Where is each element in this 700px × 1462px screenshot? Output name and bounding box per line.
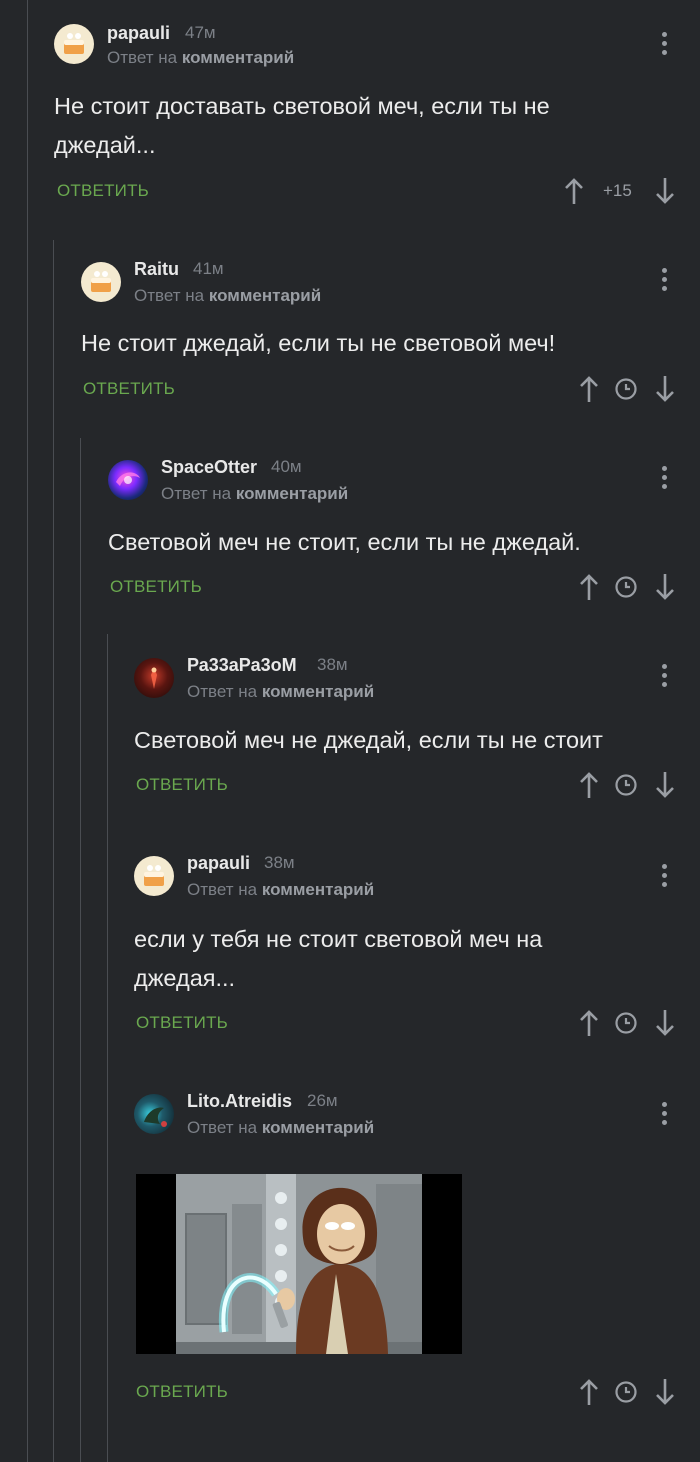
comment-time: 38м (264, 853, 295, 872)
reply-button[interactable]: ОТВЕТИТЬ (110, 577, 202, 597)
reply-button[interactable]: ОТВЕТИТЬ (136, 1382, 228, 1402)
avatar[interactable] (81, 262, 121, 302)
avatar[interactable] (108, 460, 148, 500)
reply-prefix: Ответ на (107, 48, 178, 67)
reply-to-line: Ответ на комментарий (161, 484, 348, 504)
reply-target-link[interactable]: комментарий (182, 48, 294, 67)
more-vertical-icon[interactable] (662, 864, 668, 887)
arrow-down-icon[interactable] (654, 572, 676, 602)
comment-time: 26м (307, 1091, 338, 1110)
reply-to-line: Ответ на комментарий (107, 48, 294, 68)
more-vertical-icon[interactable] (662, 32, 668, 55)
reply-to-line: Ответ на комментарий (187, 682, 374, 702)
arrow-down-icon[interactable] (654, 176, 676, 206)
comment-text: Световой меч не стоит, если ты не джедай… (108, 529, 581, 555)
clock-icon[interactable] (614, 1380, 638, 1404)
reply-button[interactable]: ОТВЕТИТЬ (57, 181, 149, 201)
reply-button[interactable]: ОТВЕТИТЬ (83, 379, 175, 399)
thread-line-2 (53, 240, 54, 1462)
cartoon-jedi-with-bent-lightsaber-image[interactable] (136, 1174, 462, 1354)
comment-time: 47м (185, 23, 216, 42)
more-vertical-icon[interactable] (662, 1102, 668, 1125)
thread-line-1 (27, 0, 28, 1462)
reply-button[interactable]: ОТВЕТИТЬ (136, 775, 228, 795)
reply-target-link[interactable]: комментарий (262, 1118, 374, 1137)
comment-time: 40м (271, 457, 302, 476)
reply-to-line: Ответ на комментарий (187, 1118, 374, 1138)
comment-text: Световой меч не джедай, если ты не стоит (134, 727, 603, 753)
reply-prefix: Ответ на (187, 682, 258, 701)
dragon-icon (144, 1107, 167, 1127)
thread-line-4 (107, 634, 108, 1462)
score: +15 (603, 181, 632, 200)
arrow-up-icon[interactable] (578, 374, 600, 404)
comment-time: 38м (317, 655, 348, 674)
avatar[interactable] (134, 658, 174, 698)
clock-icon[interactable] (614, 773, 638, 797)
comment-image (136, 1174, 462, 1354)
username[interactable]: Raitu (134, 259, 179, 280)
reply-target-link[interactable]: комментарий (236, 484, 348, 503)
more-vertical-icon[interactable] (662, 268, 668, 291)
arrow-down-icon[interactable] (654, 374, 676, 404)
reply-target-link[interactable]: комментарий (262, 682, 374, 701)
cake-icon (64, 33, 84, 54)
arrow-up-icon[interactable] (578, 1377, 600, 1407)
username[interactable]: papauli (187, 853, 250, 874)
avatar[interactable] (134, 1094, 174, 1134)
comment-text: Не стоит доставать световой меч, если ты… (54, 93, 550, 158)
reply-button[interactable]: ОТВЕТИТЬ (136, 1013, 228, 1033)
avatar[interactable] (134, 856, 174, 896)
thread-line-3 (80, 438, 81, 1462)
arrow-down-icon[interactable] (654, 1377, 676, 1407)
reply-target-link[interactable]: комментарий (262, 880, 374, 899)
red-figure-icon (151, 667, 157, 689)
reply-target-link[interactable]: комментарий (209, 286, 321, 305)
reply-to-line: Ответ на комментарий (187, 880, 374, 900)
username[interactable]: papauli (107, 23, 170, 44)
more-vertical-icon[interactable] (662, 466, 668, 489)
arrow-up-icon[interactable] (578, 572, 600, 602)
username[interactable]: Lito.Atreidis (187, 1091, 292, 1112)
comment-text: если у тебя не стоит световой меч на дже… (134, 926, 543, 991)
clock-icon[interactable] (614, 377, 638, 401)
reply-prefix: Ответ на (161, 484, 232, 503)
avatar[interactable] (54, 24, 94, 64)
arrow-down-icon[interactable] (654, 1008, 676, 1038)
reply-prefix: Ответ на (187, 880, 258, 899)
arrow-down-icon[interactable] (654, 770, 676, 800)
clock-icon[interactable] (614, 575, 638, 599)
comment-time: 41м (193, 259, 224, 278)
username[interactable]: Ра33аРа3оМ (187, 655, 297, 676)
arrow-up-icon[interactable] (578, 770, 600, 800)
clock-icon[interactable] (614, 1011, 638, 1035)
reply-to-line: Ответ на комментарий (134, 286, 321, 306)
reply-prefix: Ответ на (134, 286, 205, 305)
username[interactable]: SpaceOtter (161, 457, 257, 478)
arrow-up-icon[interactable] (578, 1008, 600, 1038)
arrow-up-icon[interactable] (563, 176, 585, 206)
reply-prefix: Ответ на (187, 1118, 258, 1137)
cake-icon (144, 865, 164, 886)
galaxy-icon (116, 472, 140, 486)
cake-icon (91, 271, 111, 292)
comment-text: Не стоит джедай, если ты не световой меч… (81, 330, 556, 356)
more-vertical-icon[interactable] (662, 664, 668, 687)
